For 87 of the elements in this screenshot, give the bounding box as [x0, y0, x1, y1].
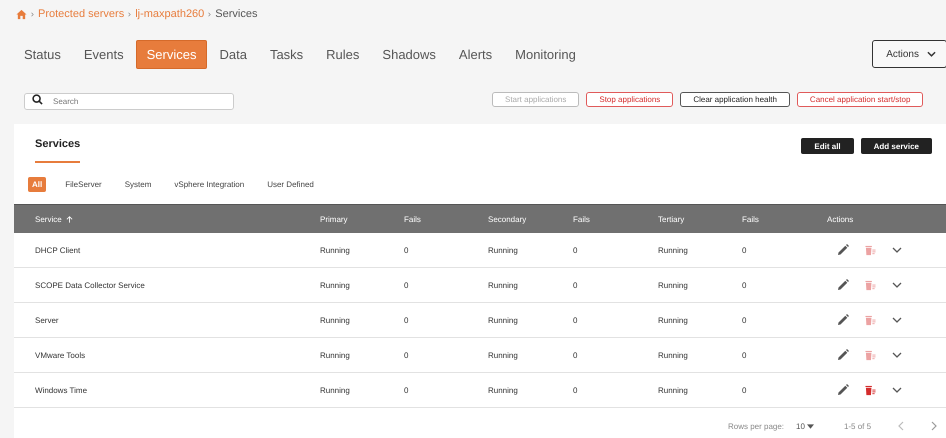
- caret-down-icon: [806, 424, 814, 428]
- column-header: Tertiary: [658, 214, 686, 226]
- table-cell-text: Running: [320, 244, 351, 257]
- table-cell-text: Running: [320, 384, 351, 397]
- table-cell-text: 0: [742, 314, 748, 326]
- column-header: Secondary: [488, 214, 528, 226]
- cancel-button[interactable]: Cancel application start/stop: [796, 92, 924, 106]
- pencil-icon[interactable]: [837, 314, 849, 326]
- filter-chip[interactable]: vSphere Integration: [170, 176, 248, 192]
- tab[interactable]: Tasks: [258, 40, 314, 68]
- table-cell-text: VMware Tools: [34, 350, 86, 362]
- chevron-down-icon[interactable]: [892, 352, 902, 358]
- table-cell-text: 0: [404, 350, 410, 362]
- chevron-down-icon[interactable]: [892, 387, 902, 393]
- table-cell-text: 0: [404, 314, 410, 326]
- table-cell-text: 0: [404, 280, 410, 292]
- column-header: Fails: [404, 214, 422, 226]
- table-cell-text: 0: [573, 384, 578, 396]
- edit-all-button[interactable]: Edit all: [801, 138, 854, 154]
- home-icon[interactable]: [16, 8, 27, 20]
- tab[interactable]: Shadows: [371, 40, 447, 68]
- tab[interactable]: Status: [13, 40, 72, 68]
- pencil-icon[interactable]: [837, 349, 849, 361]
- add-service-button[interactable]: Add service: [860, 138, 932, 154]
- table-cell-text: DHCP Client: [34, 244, 82, 256]
- breadcrumb-current: Services: [215, 8, 258, 20]
- table-cell-text: 0: [404, 384, 410, 396]
- table-cell-text: Server: [34, 314, 60, 326]
- search-field[interactable]: Search: [24, 92, 234, 110]
- chevron-right-icon: [208, 12, 212, 16]
- chevron-right-icon: [128, 12, 132, 16]
- table-cell-text: 0: [742, 384, 748, 396]
- table-cell-text: 0: [742, 280, 748, 292]
- pencil-icon[interactable]: [837, 384, 849, 396]
- chevron-down-icon: [927, 51, 936, 57]
- table-cell-text: Running: [488, 350, 519, 362]
- table-cell-text: Running: [320, 314, 351, 327]
- table-cell-text: 0: [742, 244, 748, 256]
- column-header: Primary: [320, 214, 349, 226]
- table-cell-text: Running: [488, 384, 519, 397]
- table-cell-text: 0: [573, 280, 578, 292]
- filter-chip[interactable]: FileServer: [61, 176, 106, 192]
- page-range: 1-5 of 5: [844, 422, 872, 430]
- rows-per-page-label: Rows per page:: [728, 422, 784, 430]
- trash-icon[interactable]: [865, 384, 876, 396]
- table-cell-text: 0: [742, 350, 748, 362]
- clear-button[interactable]: Clear application health: [680, 92, 790, 106]
- table-cell-text: Running: [658, 244, 689, 257]
- table-cell-text: Running: [320, 280, 351, 292]
- rows-per-page-select[interactable]: 10: [796, 422, 814, 430]
- table-cell-text: 0: [573, 314, 578, 326]
- column-header: Fails: [573, 214, 591, 226]
- stop-button[interactable]: Stop applications: [586, 92, 674, 106]
- table-cell-text: Running: [320, 350, 351, 362]
- table-cell-text: Windows Time: [34, 384, 88, 396]
- chevron-right-icon: [31, 12, 34, 16]
- tab[interactable]: Events: [72, 40, 135, 68]
- table-cell-text: Running: [658, 384, 689, 397]
- sort-ascending-icon[interactable]: [66, 216, 73, 222]
- chevron-down-icon[interactable]: [892, 317, 902, 323]
- table-cell-text: 0: [573, 244, 578, 256]
- table-cell-text: SCOPE Data Collector Service: [34, 280, 146, 292]
- chevron-down-icon[interactable]: [892, 247, 902, 253]
- column-header: Fails: [742, 214, 760, 226]
- pencil-icon[interactable]: [837, 279, 849, 291]
- next-page-icon[interactable]: [931, 421, 938, 431]
- card-title: Services: [35, 138, 80, 163]
- tab[interactable]: Rules: [315, 40, 370, 68]
- column-header: Actions: [827, 214, 854, 226]
- table-cell-text: Running: [488, 280, 519, 292]
- table-cell-text: 0: [573, 350, 578, 362]
- column-header[interactable]: Service: [35, 214, 62, 224]
- tab[interactable]: Alerts: [448, 40, 504, 68]
- filter-chip[interactable]: System: [120, 176, 156, 192]
- actions-button[interactable]: Actions: [872, 40, 946, 68]
- tab[interactable]: Data: [208, 40, 258, 68]
- filter-chip[interactable]: User Defined: [263, 176, 318, 192]
- table-cell-text: Running: [658, 350, 689, 362]
- pencil-icon[interactable]: [837, 244, 849, 256]
- table-cell-text: 0: [404, 244, 410, 256]
- table-cell-text: Running: [488, 244, 519, 257]
- search-icon: [32, 94, 43, 104]
- chevron-down-icon[interactable]: [892, 282, 902, 288]
- table-cell-text: Running: [658, 314, 689, 327]
- tab[interactable]: Monitoring: [504, 40, 587, 68]
- table-cell-text: Running: [488, 314, 519, 327]
- table-cell-text: Running: [658, 280, 689, 292]
